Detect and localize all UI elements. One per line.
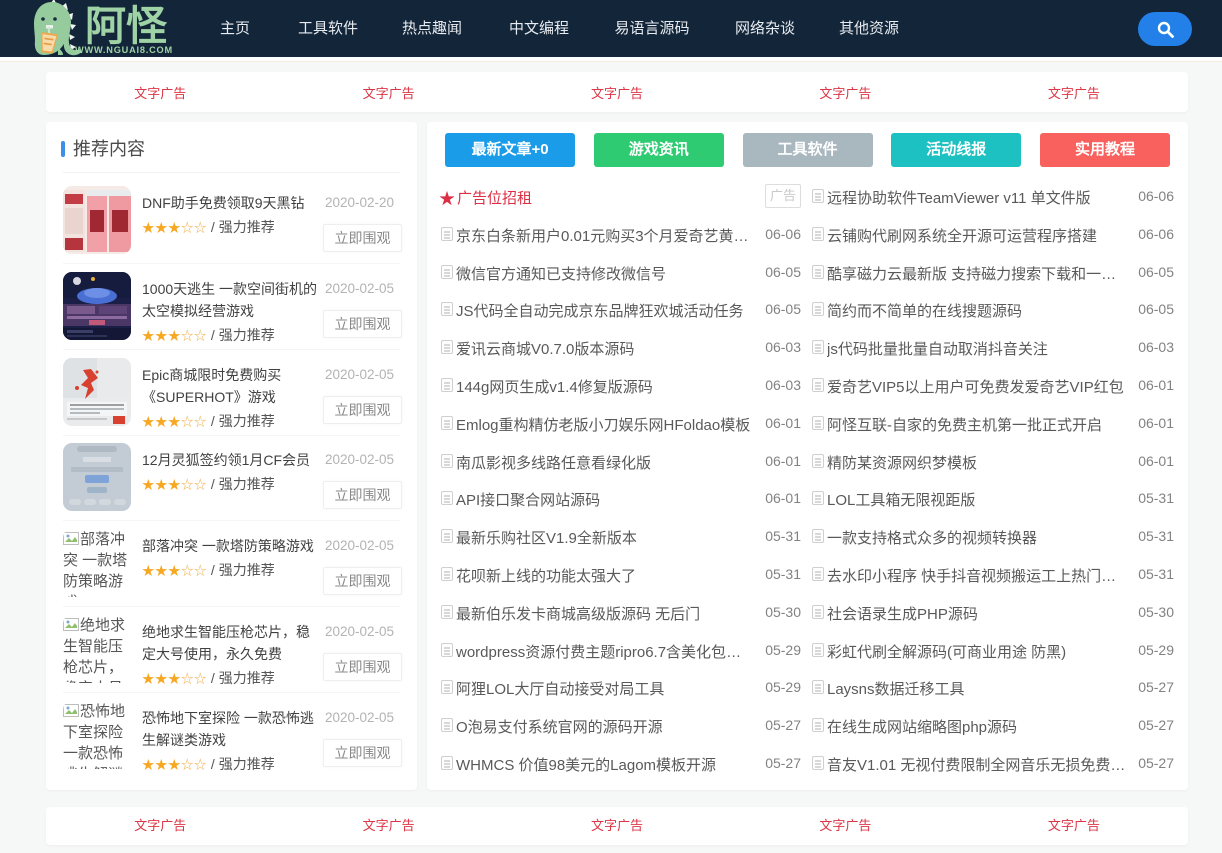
svg-text:WWW.NGUAI8.COM: WWW.NGUAI8.COM [75, 45, 173, 55]
svg-text:阿怪: 阿怪 [85, 3, 168, 49]
